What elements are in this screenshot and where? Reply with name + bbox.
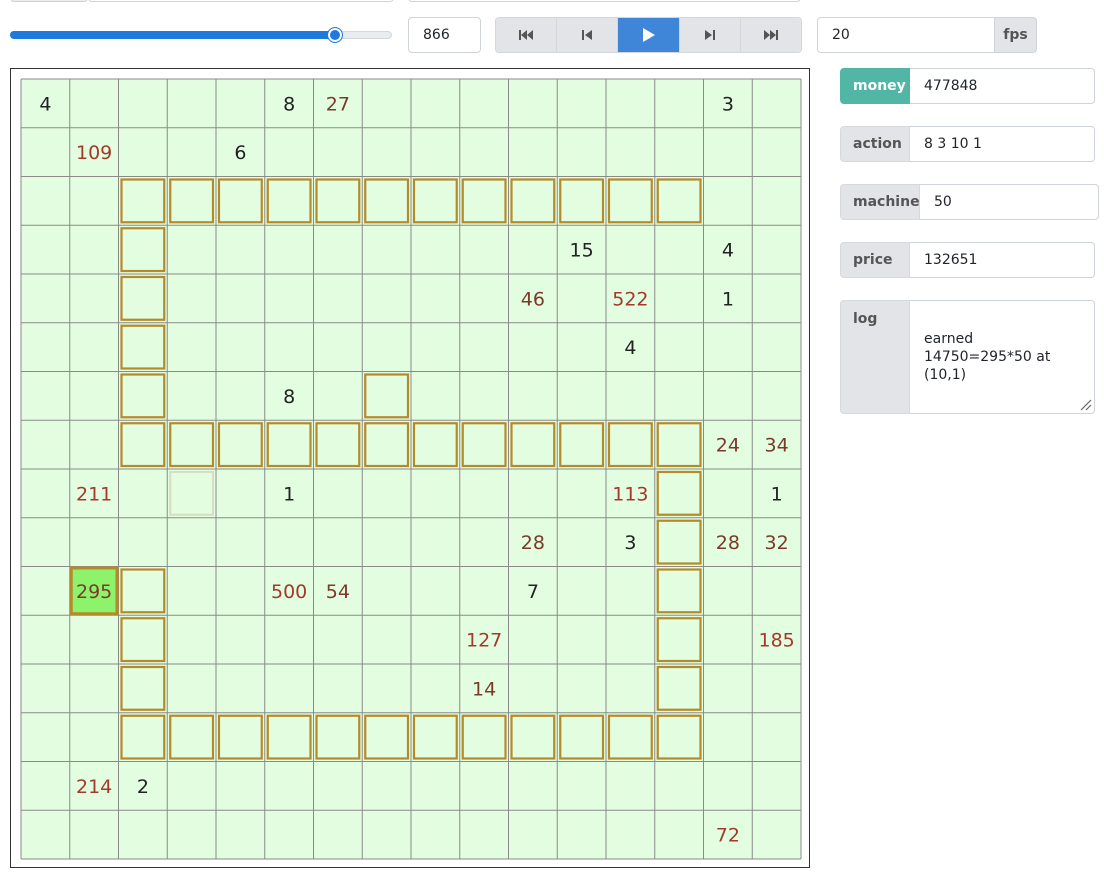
vegetable-value: 14 — [472, 678, 496, 700]
next-button[interactable] — [679, 18, 741, 52]
vegetable-value: 46 — [521, 288, 545, 310]
fps-label: fps — [995, 17, 1037, 53]
vegetable-value: 24 — [716, 435, 740, 457]
vegetable-value: 54 — [326, 581, 350, 603]
vegetable-value: 1 — [283, 483, 295, 505]
action-field: action 8 3 10 1 — [840, 126, 1095, 162]
first-button[interactable] — [496, 18, 558, 52]
vegetable-value: 8 — [283, 386, 295, 408]
play-icon — [642, 28, 655, 42]
vegetable-value: 6 — [234, 142, 246, 164]
step-back-icon — [582, 30, 593, 40]
top-stub-input — [88, 0, 394, 2]
money-label: money — [840, 68, 910, 104]
machines-value[interactable]: 50 — [920, 184, 1099, 220]
vegetable-value: 214 — [76, 776, 112, 798]
resize-grip-icon[interactable] — [1078, 397, 1092, 411]
vegetable-value: 127 — [466, 630, 502, 652]
price-value[interactable]: 132651 — [910, 242, 1095, 278]
step-forward-icon — [704, 30, 715, 40]
machines-field: machines 50 — [840, 184, 1099, 220]
money-field: money 477848 — [840, 68, 1095, 104]
vegetable-value: 522 — [612, 288, 648, 310]
vegetable-value: 4 — [39, 93, 51, 115]
skip-to-start-icon — [519, 30, 534, 40]
prev-button[interactable] — [557, 18, 619, 52]
top-stub-select — [408, 0, 801, 2]
vegetable-value: 3 — [722, 93, 734, 115]
vegetable-value: 1 — [771, 483, 783, 505]
money-value[interactable]: 477848 — [910, 68, 1095, 104]
vegetable-value: 4 — [624, 337, 636, 359]
vegetable-value: 8 — [283, 93, 295, 115]
board: 4 8 27 3 109 6 15 4 46 522 1 4 8 24 34 211 1 113 1 28 3 28 32 2… — [10, 68, 810, 868]
slider-thumb[interactable] — [326, 27, 343, 43]
vegetable-value: 3 — [624, 532, 636, 554]
skip-to-end-icon — [763, 30, 778, 40]
vegetable-value: 28 — [521, 532, 545, 554]
vegetable-value: 113 — [612, 483, 648, 505]
turn-input[interactable] — [408, 17, 481, 53]
log-field: log earned 14750=295*50 at (10,1) — [840, 300, 1095, 414]
vegetable-value: 109 — [76, 142, 112, 164]
log-text: earned 14750=295*50 at (10,1) — [924, 331, 1051, 383]
vegetable-value: 7 — [527, 581, 539, 603]
vegetable-value: 185 — [758, 630, 794, 652]
price-field: price 132651 — [840, 242, 1095, 278]
machines-label: machines — [840, 184, 928, 220]
playback-controls — [495, 17, 802, 53]
log-label: log — [840, 300, 910, 414]
vegetable-value: 211 — [76, 483, 112, 505]
vegetable-value: 34 — [765, 435, 789, 457]
vegetable-value: 27 — [326, 93, 350, 115]
log-textarea[interactable]: earned 14750=295*50 at (10,1) — [910, 300, 1095, 414]
vegetable-value: 1 — [722, 288, 734, 310]
top-stub-left — [10, 0, 88, 2]
price-label: price — [840, 242, 910, 278]
vegetable-value: 15 — [570, 240, 594, 262]
vegetable-value: 32 — [765, 532, 789, 554]
vegetable-value: 4 — [722, 240, 734, 262]
slider-fill — [10, 31, 335, 39]
vegetable-value: 500 — [271, 581, 307, 603]
last-button[interactable] — [740, 18, 801, 52]
vegetable-value: 28 — [716, 532, 740, 554]
action-value[interactable]: 8 3 10 1 — [910, 126, 1095, 162]
vegetable-value: 2 — [137, 776, 149, 798]
fps-input[interactable] — [817, 17, 995, 53]
vegetable-value: 72 — [716, 825, 740, 847]
turn-slider[interactable] — [10, 24, 392, 46]
action-label: action — [840, 126, 910, 162]
board-grid[interactable]: 4 8 27 3109 615 446 522 14824 34211 1 113 128 3 28 322… — [11, 69, 809, 867]
vegetable-value: 295 — [76, 581, 112, 603]
play-button[interactable] — [618, 18, 680, 52]
